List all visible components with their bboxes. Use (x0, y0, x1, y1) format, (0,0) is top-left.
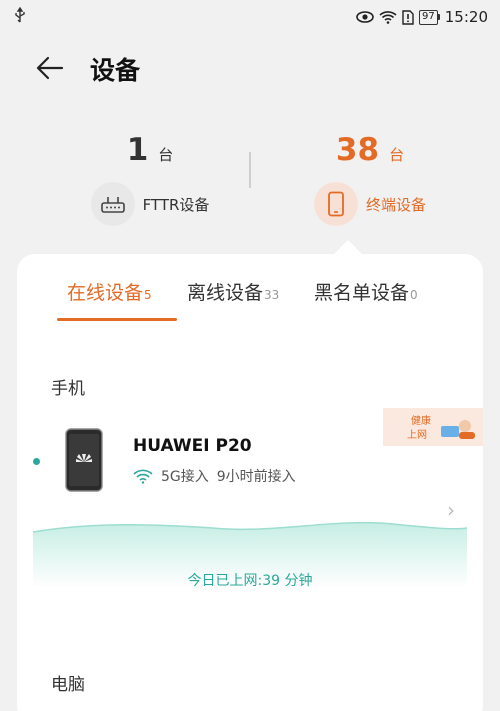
usb-icon (15, 7, 25, 23)
healthy-internet-badge: 健康 上网 (383, 408, 483, 446)
tab-blacklist-label: 黑名单设备 (314, 282, 410, 304)
router-icon (90, 182, 135, 226)
status-bar: 97 15:20 (0, 0, 500, 34)
section-phone: 手机 (51, 379, 85, 399)
connection-band: 5G接入 (161, 469, 209, 485)
tab-online[interactable]: 在线设备5 (67, 278, 152, 305)
connection-time: 9小时前接入 (216, 469, 296, 485)
device-info: 5G接入 9小时前接入 (133, 466, 296, 486)
terminal-unit: 台 (389, 146, 405, 164)
tab-blacklist-count: 0 (410, 288, 418, 302)
tab-offline[interactable]: 离线设备33 (187, 278, 279, 305)
tab-offline-count: 33 (264, 288, 280, 302)
device-item[interactable]: HUAWEI P20 5G接入 9小时前接入 健康 上网 › 今日已上网:39 … (17, 402, 483, 592)
terminal-count: 38 (335, 132, 380, 168)
sim-alert-icon (402, 9, 414, 25)
wifi-icon (379, 11, 397, 24)
badge-text-1: 健康 (411, 414, 431, 427)
header: 设备 (0, 40, 500, 96)
tab-offline-label: 离线设备 (187, 282, 264, 304)
back-arrow-icon[interactable] (34, 52, 66, 84)
fttr-unit: 台 (158, 146, 174, 164)
online-duration: 今日已上网:39 分钟 (187, 573, 313, 589)
device-summary: 1 台 FTTR设备 38 台 终端设备 (0, 132, 500, 242)
battery-icon: 97 (419, 9, 440, 25)
clock: 15:20 (444, 8, 488, 26)
tab-online-count: 5 (144, 288, 152, 302)
eye-comfort-icon (356, 11, 374, 23)
badge-text-2: 上网 (407, 429, 427, 441)
online-dot (33, 458, 40, 465)
terminal-summary[interactable]: 38 台 终端设备 (260, 132, 480, 226)
device-list-card: 在线设备5 离线设备33 黑名单设备0 手机 HUAWEI P20 5G接入 9… (17, 254, 483, 711)
tab-online-label: 在线设备 (67, 282, 144, 304)
phone-icon (313, 182, 358, 226)
page-title: 设备 (90, 56, 141, 85)
tab-blacklist[interactable]: 黑名单设备0 (314, 278, 418, 305)
fttr-summary[interactable]: 1 台 FTTR设备 (40, 132, 260, 226)
terminal-label: 终端设备 (365, 195, 426, 214)
fttr-count: 1 (126, 132, 149, 168)
device-name: HUAWEI P20 (133, 436, 252, 456)
card-pointer (334, 240, 362, 254)
tab-indicator (57, 318, 177, 321)
device-phone-icon (65, 428, 103, 492)
wifi-signal-icon (133, 469, 153, 484)
section-computer: 电脑 (51, 675, 85, 695)
fttr-label: FTTR设备 (142, 195, 210, 214)
divider (249, 152, 251, 188)
